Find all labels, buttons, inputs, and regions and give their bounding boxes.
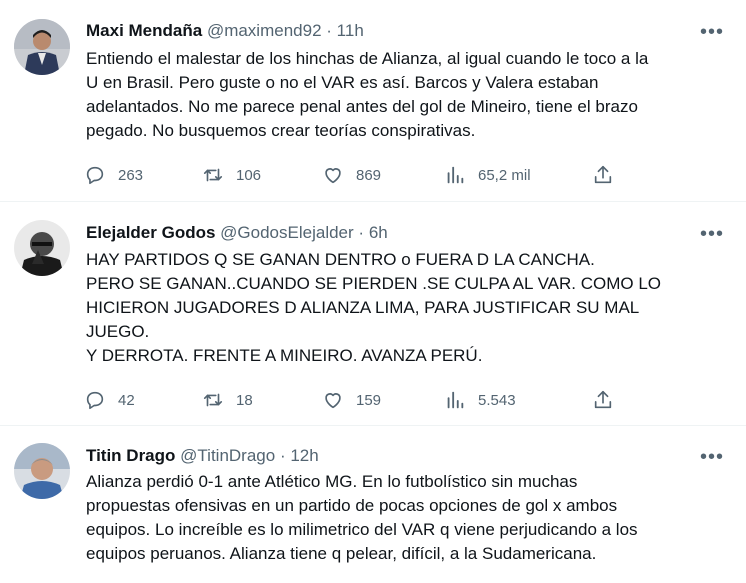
views-button[interactable]: 65,2 mil — [444, 163, 531, 187]
timeline: Maxi Mendaña @maximend92 · 11h ••• Entie… — [0, 0, 746, 583]
heart-icon — [325, 168, 341, 184]
tweet-text-line: adelantados. No me parece penal antes de… — [86, 97, 638, 116]
share-icon — [594, 390, 612, 409]
tweet-text-line: propuestas ofensivas en un partido de po… — [86, 496, 618, 515]
like-count: 869 — [356, 166, 382, 184]
author-handle[interactable]: @maximend92 — [207, 21, 322, 40]
tweet-actions: 42 18 159 5.543 — [84, 388, 624, 412]
reply-count: 263 — [118, 166, 144, 184]
tweet-text-line: equipos peruanos. Alianza tiene q pelear… — [86, 544, 597, 563]
author-name[interactable]: Maxi Mendaña — [86, 21, 202, 40]
reply-button[interactable]: 263 — [84, 163, 143, 187]
share-button[interactable] — [592, 388, 626, 412]
tweet-text-line: Y DERROTA. FRENTE A MINEIRO. AVANZA PERÚ… — [86, 346, 483, 365]
tweet-text-line: JUEGO. — [86, 322, 150, 341]
tweet-text-line: HICIERON JUGADORES D ALIANZA LIMA, PARA … — [86, 298, 640, 317]
tweet-actions: 263 106 869 65,2 mil — [84, 163, 624, 187]
tweet-header: Maxi Mendaña @maximend92 · 11h — [86, 20, 726, 42]
reply-button[interactable]: 42 — [84, 388, 135, 412]
author-handle[interactable]: @GodosElejalder — [220, 223, 354, 242]
separator-dot: · — [358, 223, 365, 242]
timestamp[interactable]: 11h — [337, 21, 364, 40]
reply-icon — [86, 391, 104, 410]
tweet-text: Entiendo el malestar de los hinchas de A… — [86, 47, 728, 143]
tweet-text-line: Entiendo el malestar de los hinchas de A… — [86, 49, 649, 68]
tweet[interactable]: Elejalder Godos @GodosElejalder · 6h •••… — [0, 202, 746, 426]
retweet-icon — [203, 393, 223, 407]
heart-icon — [325, 393, 341, 409]
retweet-count: 18 — [236, 391, 253, 409]
like-count: 159 — [356, 391, 382, 409]
retweet-count: 106 — [236, 166, 262, 184]
share-icon — [594, 165, 612, 184]
timestamp[interactable]: 12h — [290, 446, 318, 465]
views-button[interactable]: 5.543 — [444, 388, 516, 412]
timestamp[interactable]: 6h — [369, 223, 388, 242]
author-name[interactable]: Elejalder Godos — [86, 223, 215, 242]
author-handle[interactable]: @TitinDrago — [180, 446, 275, 465]
tweet-text-line: pegado. No busquemos crear teorías consp… — [86, 121, 476, 140]
like-button[interactable]: 869 — [322, 163, 381, 187]
tweet-text-line: U en Brasil. Pero guste o no el VAR es a… — [86, 73, 599, 92]
tweet-header: Elejalder Godos @GodosElejalder · 6h — [86, 222, 726, 244]
avatar[interactable] — [14, 19, 70, 75]
views-count: 5.543 — [478, 391, 516, 409]
tweet[interactable]: Maxi Mendaña @maximend92 · 11h ••• Entie… — [0, 0, 746, 202]
retweet-button[interactable]: 106 — [202, 163, 261, 187]
reply-count: 42 — [118, 391, 135, 409]
tweet-text-line: Alianza perdió 0-1 ante Atlético MG. En … — [86, 472, 578, 491]
reply-icon — [86, 166, 104, 185]
separator-dot: · — [326, 21, 332, 40]
more-options-button[interactable]: ••• — [700, 224, 724, 244]
separator-dot: · — [279, 446, 286, 465]
views-chart-icon — [447, 166, 464, 184]
retweet-icon — [203, 168, 223, 182]
more-options-button[interactable]: ••• — [700, 22, 724, 42]
avatar[interactable] — [14, 443, 70, 499]
retweet-button[interactable]: 18 — [202, 388, 253, 412]
tweet-text: HAY PARTIDOS Q SE GANAN DENTRO o FUERA D… — [86, 248, 728, 368]
tweet[interactable]: Titin Drago @TitinDrago · 12h ••• Alianz… — [0, 426, 746, 583]
more-options-button[interactable]: ••• — [700, 447, 724, 467]
author-name[interactable]: Titin Drago — [86, 446, 175, 465]
avatar[interactable] — [14, 220, 70, 276]
tweet-header: Titin Drago @TitinDrago · 12h — [86, 445, 726, 467]
tweet-text-line: HAY PARTIDOS Q SE GANAN DENTRO o FUERA D… — [86, 250, 595, 269]
views-chart-icon — [447, 391, 464, 409]
share-button[interactable] — [592, 163, 626, 187]
like-button[interactable]: 159 — [322, 388, 381, 412]
views-count: 65,2 mil — [478, 166, 531, 184]
tweet-text: Alianza perdió 0-1 ante Atlético MG. En … — [86, 470, 728, 566]
tweet-text-line: PERO SE GANAN..CUANDO SE PIERDEN .SE CUL… — [86, 274, 661, 293]
tweet-text-line: equipos. Lo increíble es lo milimetrico … — [86, 520, 638, 539]
